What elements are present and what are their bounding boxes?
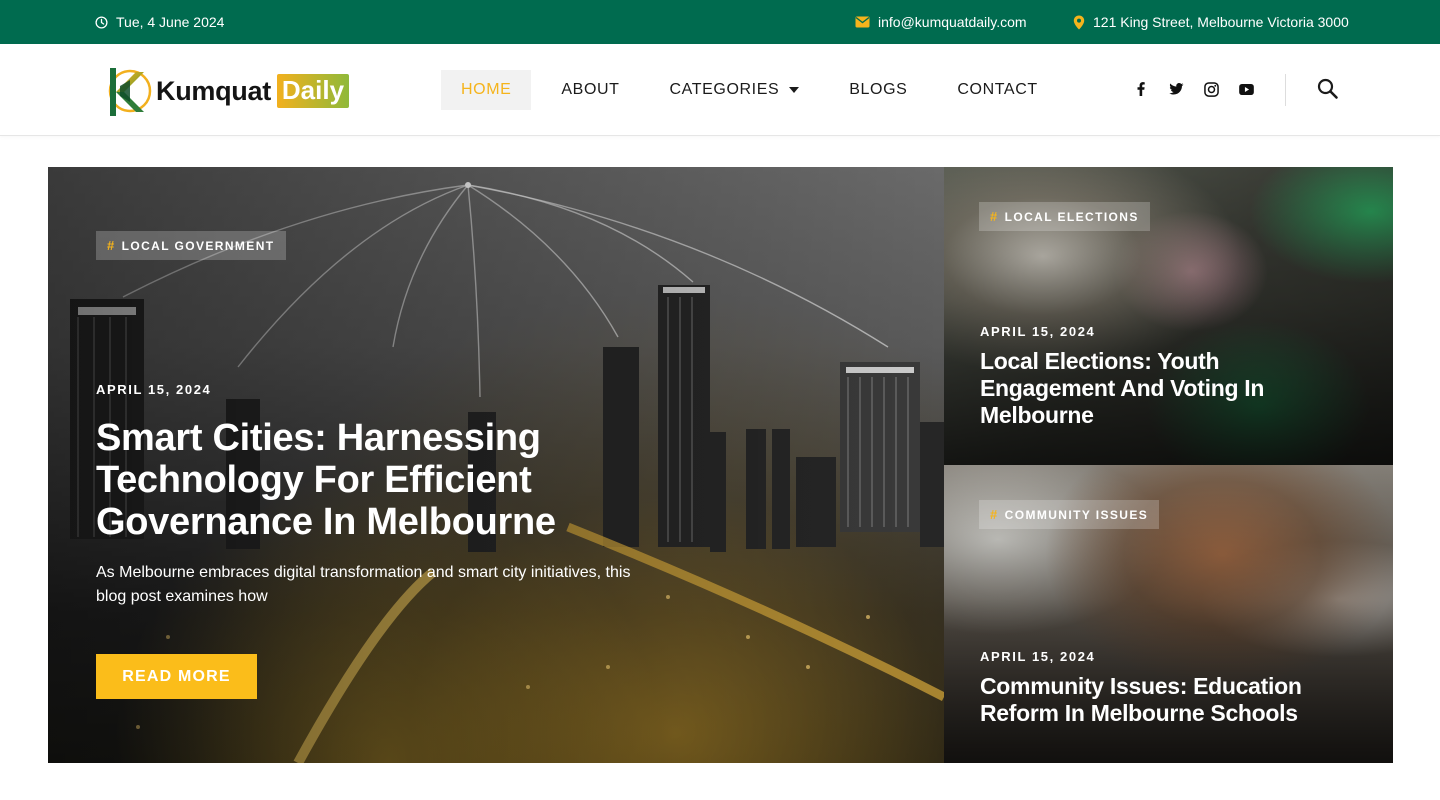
search-icon[interactable] xyxy=(1316,77,1340,101)
topbar-date-text: Tue, 4 June 2024 xyxy=(116,14,225,30)
card-title[interactable]: Community Issues: Education Reform In Me… xyxy=(980,673,1340,727)
social-links xyxy=(1132,78,1255,100)
hero-date: APRIL 15, 2024 xyxy=(96,382,212,397)
youtube-icon[interactable] xyxy=(1237,78,1255,100)
nav-home[interactable]: HOME xyxy=(441,70,532,110)
main-nav: HOME ABOUT CATEGORIES BLOGS CONTACT xyxy=(441,70,1058,110)
hero-featured-post[interactable]: # LOCAL GOVERNMENT APRIL 15, 2024 Smart … xyxy=(48,167,944,763)
clock-icon xyxy=(95,15,108,29)
topbar-address: 121 King Street, Melbourne Victoria 3000 xyxy=(1073,0,1349,44)
card-title[interactable]: Local Elections: Youth Engagement And Vo… xyxy=(980,348,1340,429)
map-pin-icon xyxy=(1073,15,1085,30)
side-post-card[interactable]: # COMMUNITY ISSUES APRIL 15, 2024 Commun… xyxy=(944,465,1393,763)
topbar-address-text: 121 King Street, Melbourne Victoria 3000 xyxy=(1093,14,1349,30)
hash-icon: # xyxy=(107,238,116,253)
logo-badge: Daily xyxy=(276,74,350,108)
nav-blogs[interactable]: BLOGS xyxy=(829,70,927,110)
facebook-icon[interactable] xyxy=(1132,78,1150,100)
envelope-icon xyxy=(855,16,870,28)
hero-excerpt: As Melbourne embraces digital transforma… xyxy=(96,564,631,605)
card-date: APRIL 15, 2024 xyxy=(980,649,1096,664)
hero-title[interactable]: Smart Cities: Harnessing Technology For … xyxy=(96,417,616,543)
hash-icon: # xyxy=(990,209,999,224)
card-date: APRIL 15, 2024 xyxy=(980,324,1096,339)
twitter-icon[interactable] xyxy=(1167,78,1185,100)
topbar-email-text[interactable]: info@kumquatdaily.com xyxy=(878,14,1027,30)
topbar-email[interactable]: info@kumquatdaily.com xyxy=(855,0,1027,44)
side-post-card[interactable]: # LOCAL ELECTIONS APRIL 15, 2024 Local E… xyxy=(944,167,1393,465)
nav-categories[interactable]: CATEGORIES xyxy=(650,70,820,110)
card-category-tag[interactable]: # COMMUNITY ISSUES xyxy=(979,500,1160,529)
logo-mark-icon xyxy=(106,64,152,118)
site-logo[interactable]: Kumquat Daily xyxy=(106,64,350,118)
hero-category-tag[interactable]: # LOCAL GOVERNMENT xyxy=(96,231,286,260)
hash-icon: # xyxy=(990,507,999,522)
topbar-date: Tue, 4 June 2024 xyxy=(95,0,224,44)
header-divider xyxy=(1285,74,1286,106)
logo-word: Kumquat xyxy=(156,75,271,106)
card-category-tag[interactable]: # LOCAL ELECTIONS xyxy=(979,202,1150,231)
nav-contact[interactable]: CONTACT xyxy=(937,70,1057,110)
chevron-down-icon xyxy=(789,87,800,93)
top-bar: Tue, 4 June 2024 info@kumquatdaily.com 1… xyxy=(0,0,1440,44)
instagram-icon[interactable] xyxy=(1202,78,1220,100)
read-more-button[interactable]: READ MORE xyxy=(96,654,257,699)
site-header: Kumquat Daily HOME ABOUT CATEGORIES BLOG… xyxy=(0,44,1440,136)
nav-about[interactable]: ABOUT xyxy=(541,70,639,110)
